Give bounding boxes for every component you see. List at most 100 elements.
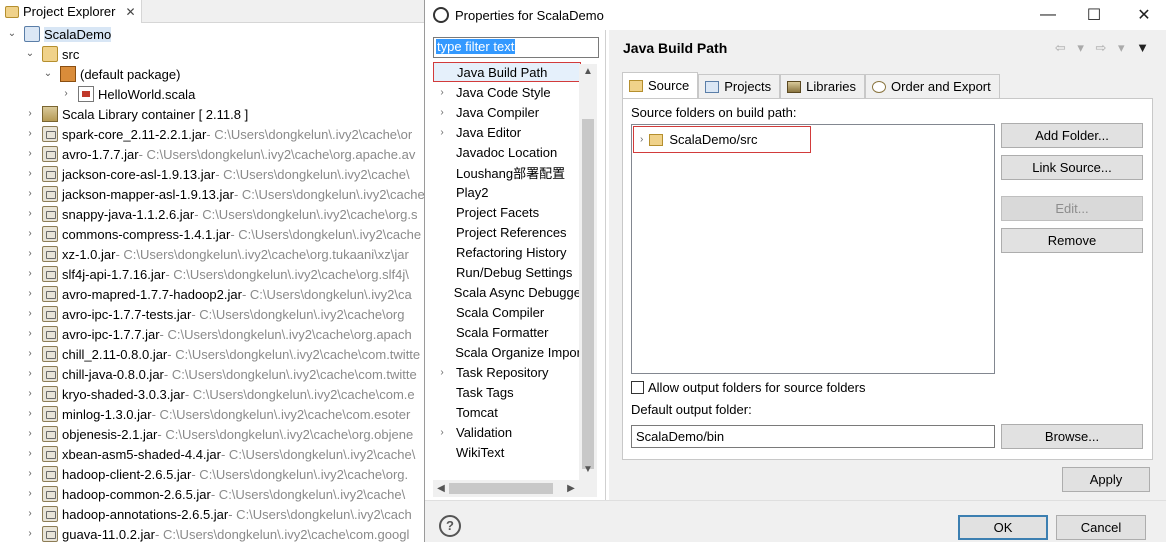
expand-chevron-icon[interactable]: › [60, 88, 72, 100]
expand-chevron-icon[interactable]: › [24, 448, 36, 460]
allow-output-checkbox[interactable] [631, 381, 644, 394]
expand-chevron-icon[interactable]: › [24, 348, 36, 360]
collapse-chevron-icon[interactable]: ⌄ [42, 68, 54, 80]
nav-hscroll-thumb[interactable] [449, 483, 553, 494]
nav-item[interactable]: › Java Code Style [433, 82, 581, 102]
expand-chevron-icon[interactable]: › [24, 308, 36, 320]
collapse-chevron-icon[interactable]: ⌄ [24, 48, 36, 60]
expand-chevron-icon[interactable]: › [640, 134, 643, 145]
tree-row[interactable]: › avro-mapred-1.7.7-hadoop2.jar - C:\User… [24, 284, 412, 304]
page-navigation[interactable]: ⇦ ▾ ⇨ ▾ ▼ [1055, 40, 1153, 56]
nav-item[interactable]: WikiText [433, 442, 581, 462]
tree-row[interactable]: › HelloWorld.scala [60, 84, 195, 104]
tree-row[interactable]: › xbean-asm5-shaded-4.4.jar - C:\Users\do… [24, 444, 415, 464]
allow-output-folders-option[interactable]: Allow output folders for source folders [631, 380, 866, 395]
expand-chevron-icon[interactable]: › [24, 468, 36, 480]
add-folder-button[interactable]: Add Folder... [1001, 123, 1143, 148]
expand-chevron-icon[interactable]: › [24, 488, 36, 500]
close-icon[interactable]: ✕ [125, 5, 135, 19]
tree-row[interactable]: › objenesis-2.1.jar - C:\Users\dongkelun\… [24, 424, 413, 444]
tree-row[interactable]: › snappy-java-1.1.2.6.jar - C:\Users\dong… [24, 204, 418, 224]
expand-chevron-icon[interactable]: › [24, 268, 36, 280]
tree-row[interactable]: › hadoop-client-2.6.5.jar - C:\Users\dong… [24, 464, 408, 484]
nav-item[interactable]: Scala Organize Impor [433, 342, 581, 362]
scroll-right-icon[interactable]: ▶ [563, 480, 579, 497]
back-forward-icons[interactable]: ⇦ ▾ ⇨ ▾ [1055, 40, 1129, 55]
remove-button[interactable]: Remove [1001, 228, 1143, 253]
tree-row[interactable]: › chill_2.11-0.8.0.jar - C:\Users\dongkel… [24, 344, 420, 364]
tree-row[interactable]: › commons-compress-1.4.1.jar - C:\Users\d… [24, 224, 421, 244]
expand-chevron-icon[interactable]: › [24, 428, 36, 440]
default-output-field[interactable]: ScalaDemo/bin [631, 425, 995, 448]
tree-row[interactable]: › hadoop-common-2.6.5.jar - C:\Users\dong… [24, 484, 405, 504]
help-icon[interactable]: ? [439, 515, 461, 537]
tree-row[interactable]: › xz-1.0.jar - C:\Users\dongkelun\.ivy2\c… [24, 244, 409, 264]
tree-row[interactable]: › avro-1.7.7.jar - C:\Users\dongkelun\.iv… [24, 144, 415, 164]
tree-row[interactable]: › hadoop-annotations-2.6.5.jar - C:\Users… [24, 504, 412, 524]
source-folders-list[interactable]: › ScalaDemo/src [631, 124, 995, 374]
tree-row[interactable]: › spark-core_2.11-2.2.1.jar - C:\Users\do… [24, 124, 412, 144]
nav-item[interactable]: Refactoring History [433, 242, 581, 262]
browse-button[interactable]: Browse... [1001, 424, 1143, 449]
expand-chevron-icon[interactable]: › [24, 108, 36, 120]
nav-item[interactable]: Tomcat [433, 402, 581, 422]
source-folder-entry[interactable]: › ScalaDemo/src [633, 126, 811, 153]
edit-button[interactable]: Edit... [1001, 196, 1143, 221]
tree-row[interactable]: › avro-ipc-1.7.7.jar - C:\Users\dongkelun… [24, 324, 412, 344]
nav-item[interactable]: Scala Compiler [433, 302, 581, 322]
maximize-button[interactable]: ☐ [1071, 0, 1117, 30]
nav-item[interactable]: › Java Editor [433, 122, 581, 142]
tree-row[interactable]: › guava-11.0.2.jar - C:\Users\dongkelun\.… [24, 524, 409, 542]
tree-row[interactable]: › slf4j-api-1.7.16.jar - C:\Users\dongkel… [24, 264, 409, 284]
link-source-button[interactable]: Link Source... [1001, 155, 1143, 180]
tree-row[interactable]: › minlog-1.3.0.jar - C:\Users\dongkelun\.… [24, 404, 410, 424]
expand-chevron-icon[interactable]: › [24, 328, 36, 340]
expand-chevron-icon[interactable]: › [24, 208, 36, 220]
tree-row[interactable]: › jackson-core-asl-1.9.13.jar - C:\Users\… [24, 164, 410, 184]
pane-divider[interactable] [605, 30, 607, 500]
collapse-chevron-icon[interactable]: ⌄ [6, 28, 18, 40]
tab-order-and-export[interactable]: Order and Export [865, 74, 1000, 98]
nav-item[interactable]: Project Facets [433, 202, 581, 222]
nav-scroll-thumb[interactable] [582, 119, 594, 469]
tree-row[interactable]: › Scala Library container [ 2.11.8 ] [24, 104, 248, 124]
expand-chevron-icon[interactable]: › [24, 128, 36, 140]
expand-chevron-icon[interactable]: › [436, 367, 448, 378]
nav-item[interactable]: Loushang部署配置 [433, 162, 581, 182]
nav-item[interactable]: Run/Debug Settings [433, 262, 581, 282]
tab-source[interactable]: Source [622, 72, 699, 98]
expand-chevron-icon[interactable]: › [24, 368, 36, 380]
nav-horizontal-scrollbar[interactable]: ◀ ▶ [433, 480, 597, 497]
expand-chevron-icon[interactable]: › [436, 427, 448, 438]
scroll-left-icon[interactable]: ◀ [433, 480, 449, 497]
project-explorer-tab[interactable]: Project Explorer ✕ [0, 0, 142, 23]
view-menu-icon[interactable]: ▼ [1136, 40, 1153, 55]
expand-chevron-icon[interactable]: › [24, 528, 36, 540]
tab-projects[interactable]: Projects [698, 74, 781, 98]
tree-row[interactable]: ⌄ src [24, 44, 79, 64]
tree-row[interactable]: ⌄ (default package) [42, 64, 180, 84]
minimize-button[interactable]: — [1025, 0, 1071, 30]
expand-chevron-icon[interactable]: › [24, 148, 36, 160]
expand-chevron-icon[interactable]: › [436, 107, 448, 118]
filter-input[interactable]: type filter text [433, 37, 599, 58]
nav-item[interactable]: › Task Repository [433, 362, 581, 382]
nav-item[interactable]: Task Tags [433, 382, 581, 402]
cancel-button[interactable]: Cancel [1056, 515, 1146, 540]
tree-row[interactable]: › chill-java-0.8.0.jar - C:\Users\dongkel… [24, 364, 417, 384]
tree-row[interactable]: › jackson-mapper-asl-1.9.13.jar - C:\User… [24, 184, 425, 204]
expand-chevron-icon[interactable]: › [24, 508, 36, 520]
nav-item[interactable]: Scala Formatter [433, 322, 581, 342]
nav-item[interactable]: Play2 [433, 182, 581, 202]
expand-chevron-icon[interactable]: › [24, 288, 36, 300]
expand-chevron-icon[interactable]: › [24, 168, 36, 180]
nav-item[interactable]: Javadoc Location [433, 142, 581, 162]
nav-item[interactable]: Scala Async Debugge [433, 282, 581, 302]
tree-row[interactable]: ⌄ ScalaDemo [6, 24, 112, 44]
scroll-down-icon[interactable]: ▼ [579, 464, 597, 480]
expand-chevron-icon[interactable]: › [24, 388, 36, 400]
tree-row[interactable]: › avro-ipc-1.7.7-tests.jar - C:\Users\don… [24, 304, 404, 324]
nav-item[interactable]: Java Build Path [433, 62, 581, 82]
ok-button[interactable]: OK [958, 515, 1048, 540]
nav-item[interactable]: › Java Compiler [433, 102, 581, 122]
